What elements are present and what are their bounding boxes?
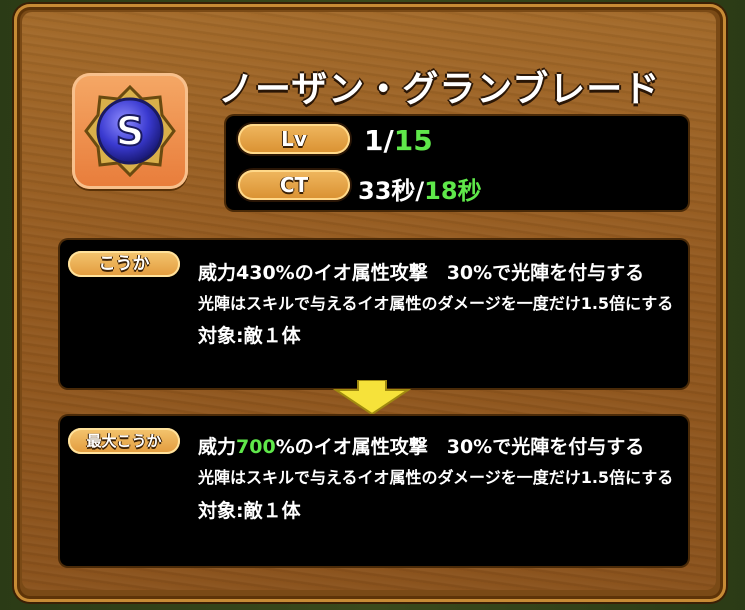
max-effect-label: 最大こうか	[68, 428, 180, 454]
cooldown-min: 18秒	[424, 177, 482, 205]
max-effect-line-1-prefix: 威力	[198, 436, 237, 458]
skill-icon-letter: S	[116, 109, 145, 155]
max-effect-line-2: 光陣はスキルで与えるイオ属性のダメージを一度だけ1.5倍にする	[198, 468, 674, 487]
max-effect-power-value: 700	[236, 436, 276, 458]
level-value: 1/15	[364, 124, 433, 157]
max-effect-line-1-suffix: %のイオ属性攻撃 30%で光陣を付与する	[275, 436, 645, 458]
cooldown-label: CT	[238, 170, 350, 200]
level-current: 1/	[364, 124, 394, 157]
effect-line-3: 対象:敵１体	[198, 325, 301, 347]
max-effect-line-3: 対象:敵１体	[198, 500, 301, 522]
level-max: 15	[393, 124, 433, 157]
effect-label: こうか	[68, 251, 180, 277]
skill-icon: S	[72, 73, 188, 189]
effect-line-2: 光陣はスキルで与えるイオ属性のダメージを一度だけ1.5倍にする	[198, 294, 674, 313]
cooldown-value: 33秒/18秒	[358, 171, 482, 206]
arrow-down-icon	[332, 380, 412, 416]
effect-line-1: 威力430%のイオ属性攻撃 30%で光陣を付与する	[198, 262, 645, 284]
max-effect-line-1: 威力700%のイオ属性攻撃 30%で光陣を付与する	[198, 432, 644, 459]
skill-title: ノーザン・グランブレード	[218, 69, 661, 110]
level-label: Lv	[238, 124, 350, 154]
cooldown-current: 33秒/	[358, 177, 425, 205]
s-rank-orb-icon: S	[84, 84, 176, 178]
